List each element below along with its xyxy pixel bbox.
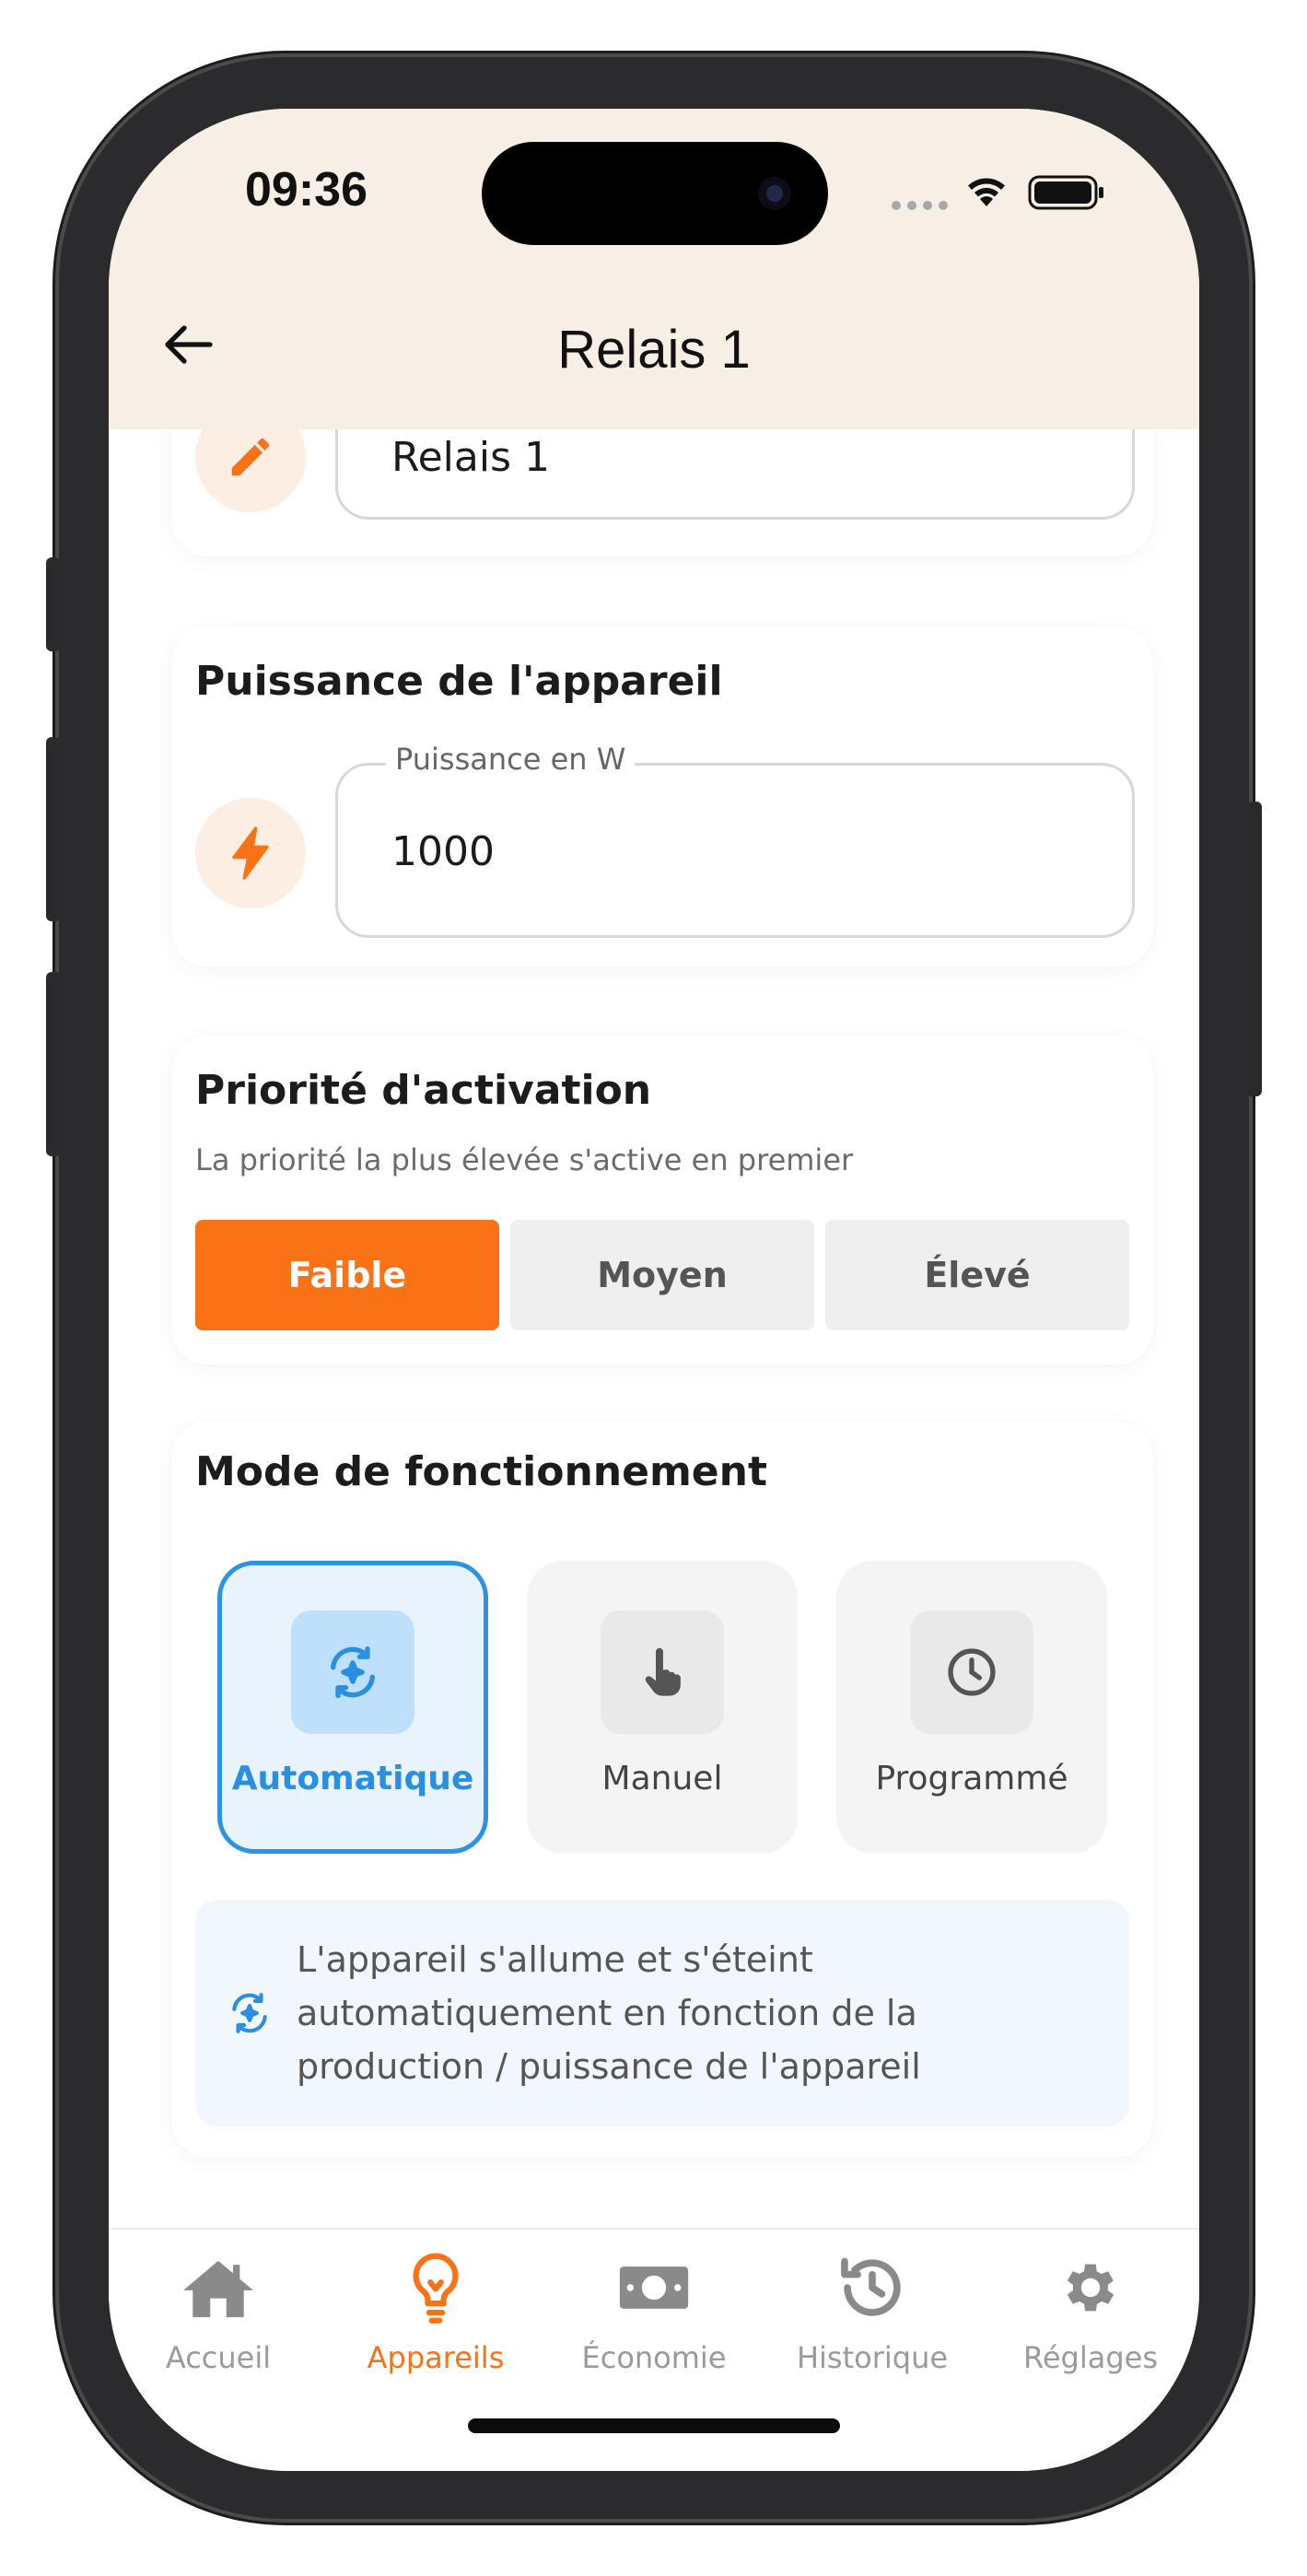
volume-up-button	[46, 737, 61, 921]
power-card-title: Puissance de l'appareil	[195, 658, 723, 705]
auto-sparkle-icon	[232, 1993, 267, 2033]
power-field-value: 1000	[391, 828, 495, 875]
money-icon	[619, 2266, 689, 2309]
page-title: Relais 1	[557, 320, 751, 380]
mode-automatic-icon-box	[291, 1610, 414, 1734]
action-button	[46, 557, 61, 651]
home-icon	[183, 2260, 253, 2318]
mode-manual-icon-box	[601, 1610, 724, 1734]
hand-pointer-icon	[645, 1647, 681, 1696]
nav-item-home[interactable]: Accueil	[126, 2248, 310, 2375]
mode-manual-tile[interactable]: Manuel	[527, 1561, 798, 1854]
volume-down-button	[46, 972, 61, 1156]
power-button	[1247, 802, 1262, 1096]
power-field[interactable]: Puissance en W 1000	[335, 742, 1135, 938]
power-card: Puissance de l'appareil Puissance en W 1…	[171, 626, 1153, 967]
front-camera	[758, 177, 791, 210]
device-name-value: Relais 1	[391, 434, 550, 481]
nav-label-savings: Économie	[581, 2340, 727, 2375]
nav-label-devices: Appareils	[367, 2340, 505, 2375]
nav-item-devices[interactable]: Appareils	[344, 2248, 528, 2375]
bottom-nav: Accueil Appareils Économie Historique Ré…	[109, 2228, 1199, 2471]
mode-automatic-label: Automatique	[231, 1760, 474, 1797]
screen: Relais 1 Puissance de l'appareil Puissan…	[109, 109, 1199, 2471]
gear-icon	[1067, 2264, 1114, 2312]
history-icon	[841, 2257, 901, 2316]
clock-icon	[948, 1648, 996, 1696]
priority-medium-button[interactable]: Moyen	[510, 1220, 814, 1330]
mode-automatic-tile[interactable]: Automatique	[217, 1561, 488, 1854]
wifi-icon	[968, 178, 1005, 206]
mode-description-text: L'appareil s'allume et s'éteint automati…	[297, 1939, 921, 2087]
status-time: 09:36	[245, 163, 368, 217]
nav-item-history[interactable]: Historique	[780, 2248, 964, 2375]
nav-item-settings[interactable]: Réglages	[998, 2248, 1183, 2375]
priority-low-button[interactable]: Faible	[195, 1220, 499, 1330]
priority-card: Priorité d'activation La priorité la plu…	[171, 1036, 1153, 1365]
mode-card: Mode de fonctionnement Automatique Manue…	[171, 1421, 1153, 2158]
mode-card-title: Mode de fonctionnement	[195, 1448, 767, 1495]
priority-card-title: Priorité d'activation	[195, 1067, 652, 1114]
priority-high-button[interactable]: Élevé	[825, 1220, 1129, 1330]
mode-description-box: L'appareil s'allume et s'éteint automati…	[195, 1900, 1129, 2126]
lightning-bolt-icon	[232, 826, 269, 880]
priority-card-subtitle: La priorité la plus élevée s'active en p…	[195, 1142, 854, 1177]
nav-label-history: Historique	[796, 2340, 949, 2375]
nav-label-home: Accueil	[165, 2340, 272, 2375]
cellular-signal-icon	[892, 201, 948, 210]
mode-scheduled-tile[interactable]: Programmé	[836, 1561, 1107, 1854]
mode-scheduled-label: Programmé	[875, 1760, 1068, 1797]
home-indicator	[468, 2418, 840, 2433]
lightbulb-icon	[413, 2253, 459, 2324]
top-bar: 09:36 Relais 1	[109, 109, 1199, 429]
auto-sparkle-icon	[331, 1646, 375, 1698]
mode-manual-label: Manuel	[601, 1760, 723, 1797]
nav-item-savings[interactable]: Économie	[562, 2248, 746, 2375]
bolt-icon-circle	[195, 798, 306, 908]
pencil-icon	[231, 438, 270, 476]
nav-label-settings: Réglages	[1023, 2340, 1158, 2375]
power-field-label: Puissance en W	[386, 742, 636, 777]
battery-icon	[1028, 175, 1103, 210]
dynamic-island	[482, 142, 828, 245]
mode-scheduled-icon-box	[910, 1610, 1033, 1734]
